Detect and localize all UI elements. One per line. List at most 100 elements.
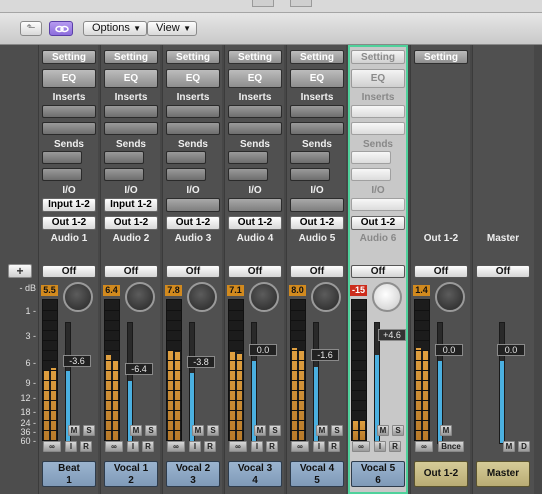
link-toggle-button[interactable]: ∞ (43, 441, 61, 452)
link-toggle-button[interactable]: ∞ (415, 441, 433, 452)
insert-slot[interactable] (351, 122, 405, 135)
eq-button[interactable]: EQ (166, 69, 220, 88)
insert-slot[interactable] (166, 105, 220, 118)
send-slot[interactable] (42, 168, 82, 181)
send-slot[interactable] (228, 168, 268, 181)
peak-level-display[interactable]: 6.4 (103, 285, 120, 296)
solo-button[interactable]: S (331, 425, 343, 436)
insert-slot[interactable] (290, 122, 344, 135)
volume-value[interactable]: -3.8 (187, 356, 215, 368)
setting-button[interactable]: Setting (290, 50, 344, 64)
insert-slot[interactable] (104, 105, 158, 118)
link-toggle-button[interactable]: ∞ (229, 441, 247, 452)
mute-button[interactable]: M (316, 425, 328, 436)
peak-level-display[interactable]: 1.4 (413, 285, 430, 296)
mute-button[interactable]: M (254, 425, 266, 436)
insert-slot[interactable] (42, 105, 96, 118)
options-menu[interactable]: Options ▼ (83, 21, 147, 36)
output-button[interactable]: Out 1-2 (104, 216, 158, 230)
link-toggle-button[interactable]: ∞ (291, 441, 309, 452)
record-enable-button[interactable]: R (328, 441, 340, 452)
send-slot[interactable] (228, 151, 268, 164)
solo-button[interactable]: S (269, 425, 281, 436)
track-name-button[interactable]: Vocal 4 5 (290, 461, 344, 487)
volume-value[interactable]: 0.0 (435, 344, 463, 356)
input-button[interactable]: Input 1-2 (42, 198, 96, 212)
add-channel-button[interactable]: + (8, 264, 32, 278)
volume-value[interactable]: -6.4 (125, 363, 153, 375)
eq-button[interactable]: EQ (351, 69, 405, 88)
track-name-button[interactable]: Out 1-2 (414, 461, 468, 487)
automation-mode-button[interactable]: Off (351, 265, 405, 278)
link-button[interactable] (49, 21, 73, 36)
send-slot[interactable] (104, 168, 144, 181)
setting-button[interactable]: Setting (228, 50, 282, 64)
link-toggle-button[interactable]: ∞ (167, 441, 185, 452)
solo-button[interactable]: S (392, 425, 404, 436)
record-enable-button[interactable]: R (204, 441, 216, 452)
setting-button[interactable]: Setting (42, 50, 96, 64)
automation-mode-button[interactable]: Off (290, 265, 344, 278)
peak-level-display[interactable]: 8.0 (289, 285, 306, 296)
mute-button[interactable]: M (192, 425, 204, 436)
solo-button[interactable]: S (207, 425, 219, 436)
send-slot[interactable] (290, 151, 330, 164)
insert-slot[interactable] (228, 105, 282, 118)
pan-knob[interactable] (63, 282, 93, 312)
record-enable-button[interactable]: R (266, 441, 278, 452)
input-monitor-button[interactable]: I (374, 441, 386, 452)
send-slot[interactable] (290, 168, 330, 181)
dim-button[interactable]: D (518, 441, 530, 452)
volume-value[interactable]: +4.6 (378, 329, 406, 341)
send-slot[interactable] (166, 168, 206, 181)
pan-knob[interactable] (187, 282, 217, 312)
eq-button[interactable]: EQ (42, 69, 96, 88)
solo-button[interactable]: S (145, 425, 157, 436)
mute-button[interactable]: M (440, 425, 452, 436)
input-monitor-button[interactable]: I (65, 441, 77, 452)
output-button[interactable]: Out 1-2 (290, 216, 344, 230)
link-toggle-button[interactable]: ∞ (352, 441, 370, 452)
mute-button[interactable]: M (130, 425, 142, 436)
send-slot[interactable] (42, 151, 82, 164)
record-enable-button[interactable]: R (80, 441, 92, 452)
volume-fader[interactable] (499, 322, 505, 444)
volume-value[interactable]: 0.0 (497, 344, 525, 356)
send-slot[interactable] (166, 151, 206, 164)
mute-button[interactable]: M (503, 441, 515, 452)
track-name-button[interactable]: Vocal 1 2 (104, 461, 158, 487)
record-enable-button[interactable]: R (142, 441, 154, 452)
automation-mode-button[interactable]: Off (42, 265, 96, 278)
send-slot[interactable] (104, 151, 144, 164)
track-name-button[interactable]: Vocal 2 3 (166, 461, 220, 487)
input-button[interactable] (290, 198, 344, 212)
track-name-button[interactable]: Vocal 5 6 (351, 461, 405, 487)
mute-button[interactable]: M (68, 425, 80, 436)
insert-slot[interactable] (228, 122, 282, 135)
peak-level-display[interactable]: 7.1 (227, 285, 244, 296)
output-button[interactable]: Out 1-2 (228, 216, 282, 230)
record-enable-button[interactable]: R (389, 441, 401, 452)
automation-mode-button[interactable]: Off (166, 265, 220, 278)
peak-level-display[interactable]: -15 (350, 285, 367, 296)
automation-mode-button[interactable]: Off (476, 265, 530, 278)
setting-button[interactable]: Setting (104, 50, 158, 64)
eq-button[interactable]: EQ (290, 69, 344, 88)
volume-value[interactable]: 0.0 (249, 344, 277, 356)
track-name-button[interactable]: Master (476, 461, 530, 487)
input-monitor-button[interactable]: I (313, 441, 325, 452)
solo-button[interactable]: S (83, 425, 95, 436)
automation-mode-button[interactable]: Off (414, 265, 468, 278)
input-button[interactable]: Input 1-2 (104, 198, 158, 212)
automation-mode-button[interactable]: Off (228, 265, 282, 278)
insert-slot[interactable] (104, 122, 158, 135)
automation-mode-button[interactable]: Off (104, 265, 158, 278)
input-monitor-button[interactable]: I (251, 441, 263, 452)
track-name-button[interactable]: Vocal 3 4 (228, 461, 282, 487)
view-menu[interactable]: View ▼ (147, 21, 197, 36)
track-name-button[interactable]: Beat 1 (42, 461, 96, 487)
send-slot[interactable] (351, 151, 391, 164)
insert-slot[interactable] (166, 122, 220, 135)
pan-knob[interactable] (372, 282, 402, 312)
input-button[interactable] (166, 198, 220, 212)
